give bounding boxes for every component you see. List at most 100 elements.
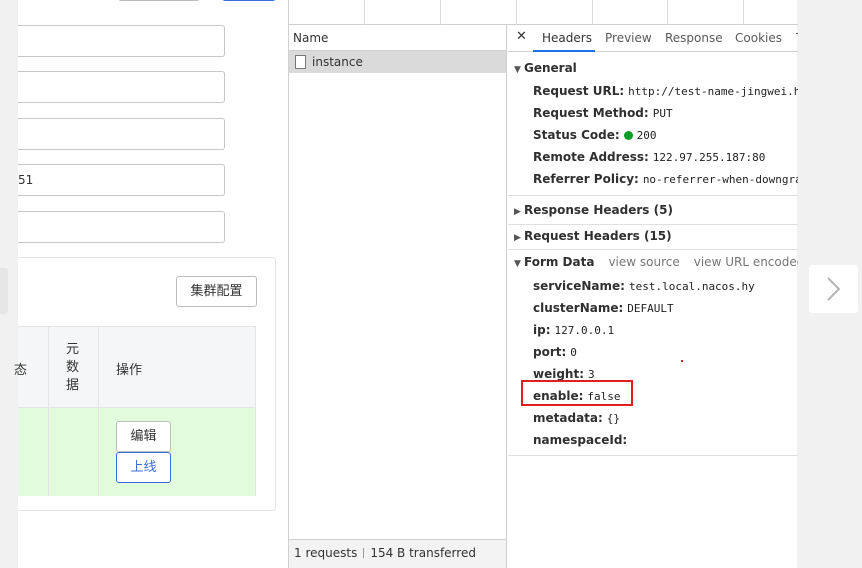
timeline-tick <box>743 0 744 25</box>
form-data-key: port: <box>533 345 567 359</box>
general-value: 122.97.255.187:80 <box>652 151 766 164</box>
request-count: 1 requests <box>294 546 358 560</box>
table-divider <box>48 327 49 496</box>
form-data-row: weight: 3 <box>533 367 595 381</box>
top-button-left[interactable] <box>118 0 200 1</box>
general-value: PUT <box>652 107 673 120</box>
section-divider <box>508 224 798 225</box>
devtools-network-panel: Name instance 1 requests 154 B transferre… <box>288 0 798 568</box>
form-data-section-header[interactable]: ▼ Form Data view source view URL encoded <box>514 255 798 269</box>
form-data-key: namespaceId: <box>533 433 628 447</box>
status-ok-icon <box>623 131 633 140</box>
form-data-key: serviceName: <box>533 279 625 293</box>
tab-preview[interactable]: Preview <box>605 31 652 45</box>
form-input-port[interactable]: 51 <box>18 164 225 196</box>
general-value: no-referrer-when-downgrade <box>642 173 798 186</box>
triangle-right-icon: ▶ <box>514 233 521 243</box>
form-data-value: 127.0.0.1 <box>554 324 615 337</box>
form-input-2[interactable] <box>18 71 225 103</box>
timeline-tick <box>592 0 593 25</box>
request-headers-section[interactable]: ▶ Request Headers (15) <box>514 229 672 243</box>
table-header-status: 态 <box>14 363 28 378</box>
request-detail-pane: ✕ Headers Preview Response Cookies T ▼Ge… <box>508 25 798 568</box>
view-source-link[interactable]: view source <box>608 255 679 269</box>
detail-tabbar: ✕ Headers Preview Response Cookies T <box>508 25 798 52</box>
next-arrow-button[interactable] <box>809 265 858 313</box>
general-row: Status Code: 200 <box>533 128 657 142</box>
name-column-header[interactable]: Name <box>289 25 506 51</box>
request-row-instance[interactable]: instance <box>289 51 506 73</box>
cluster-card: 集群配置 态 元数据 操作 编辑 上线 <box>14 257 276 511</box>
section-divider <box>508 249 798 250</box>
general-row: Request Method: PUT <box>533 106 673 120</box>
tab-cookies[interactable]: Cookies <box>735 31 782 45</box>
general-value: http://test-name-jingwei.huy <box>628 85 798 98</box>
general-key: Status Code: <box>533 128 620 142</box>
table-divider <box>98 327 99 496</box>
form-data-key: ip: <box>533 323 551 337</box>
form-data-row: serviceName: test.local.nacos.hy <box>533 279 755 293</box>
timeline-tick <box>364 0 365 25</box>
triangle-down-icon: ▼ <box>514 259 521 269</box>
general-title: General <box>524 61 577 75</box>
form-data-row: ip: 127.0.0.1 <box>533 323 614 337</box>
close-icon[interactable]: ✕ <box>516 29 527 44</box>
form-data-value: DEFAULT <box>627 302 674 315</box>
timeline-tick <box>667 0 668 25</box>
general-row: Request URL: http://test-name-jingwei.huy <box>533 84 798 98</box>
form-input-5[interactable] <box>18 211 225 243</box>
form-data-value: {} <box>606 412 621 425</box>
form-data-row: metadata:{} <box>533 411 620 425</box>
file-icon <box>295 55 306 69</box>
table-header-actions: 操作 <box>116 363 143 378</box>
prev-arrow-button[interactable] <box>0 268 8 314</box>
cluster-config-button[interactable]: 集群配置 <box>176 276 257 307</box>
form-data-title: Form Data <box>524 255 595 269</box>
tab-timing[interactable]: T <box>796 31 798 45</box>
form-data-row: clusterName: DEFAULT <box>533 301 674 315</box>
tab-headers[interactable]: Headers <box>542 31 592 45</box>
form-data-key: metadata: <box>533 411 603 425</box>
form-data-key: weight: <box>533 367 585 381</box>
general-section-header[interactable]: ▼ General <box>514 61 577 75</box>
timeline-tick <box>516 0 517 25</box>
network-summary-bar: 1 requests 154 B transferred <box>289 539 506 568</box>
general-key: Request URL: <box>533 84 625 98</box>
timeline-tick <box>440 0 441 25</box>
section-divider <box>508 195 798 196</box>
form-data-value: 0 <box>570 346 577 359</box>
table-header-row: 态 元数据 操作 <box>14 327 255 408</box>
general-key: Request Method: <box>533 106 649 120</box>
form-data-row: port: 0 <box>533 345 577 359</box>
general-key: Remote Address: <box>533 150 649 164</box>
transferred-size: 154 B transferred <box>370 546 476 560</box>
table-row: 编辑 上线 <box>18 408 255 496</box>
general-key: Referrer Policy: <box>533 172 639 186</box>
form-data-key: clusterName: <box>533 301 624 315</box>
view-url-encoded-link[interactable]: view URL encoded <box>694 255 798 269</box>
edit-button[interactable]: 编辑 <box>116 421 171 452</box>
tab-response[interactable]: Response <box>665 31 723 45</box>
active-tab-indicator <box>533 50 595 52</box>
response-headers-title: Response Headers (5) <box>524 203 673 217</box>
form-data-row: namespaceId: <box>533 433 631 447</box>
triangle-down-icon: ▼ <box>514 65 521 75</box>
general-row: Remote Address: 122.97.255.187:80 <box>533 150 765 164</box>
chevron-right-icon <box>827 277 841 301</box>
online-button[interactable]: 上线 <box>116 452 171 483</box>
request-headers-title: Request Headers (15) <box>524 229 672 243</box>
instance-table: 态 元数据 操作 编辑 上线 <box>14 326 256 496</box>
request-list: Name instance 1 requests 154 B transferre… <box>289 25 507 568</box>
section-divider <box>508 455 798 456</box>
annotation-dot <box>681 360 683 362</box>
annotation-highlight-box <box>521 380 633 406</box>
triangle-right-icon: ▶ <box>514 207 521 217</box>
request-name: instance <box>312 55 363 69</box>
form-input-1[interactable] <box>18 25 225 57</box>
response-headers-section[interactable]: ▶ Response Headers (5) <box>514 203 673 217</box>
app-form-panel: 51 集群配置 态 元数据 操作 编辑 上线 <box>14 0 288 568</box>
form-input-3[interactable] <box>18 118 225 150</box>
general-row: Referrer Policy: no-referrer-when-downgra… <box>533 172 798 186</box>
network-timeline[interactable] <box>289 0 798 25</box>
top-button-right[interactable] <box>222 0 276 1</box>
